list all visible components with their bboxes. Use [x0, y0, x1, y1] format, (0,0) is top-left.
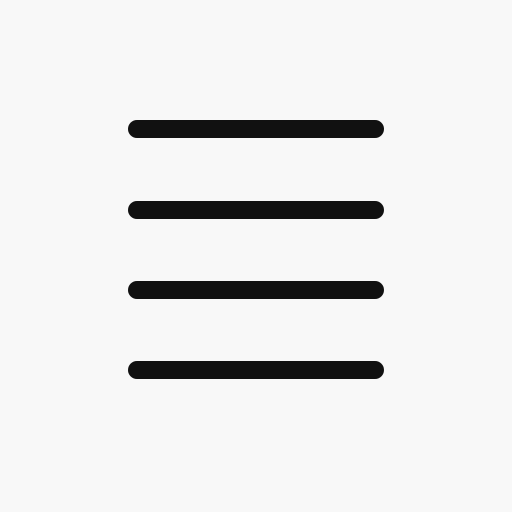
icon-canvas	[0, 0, 512, 512]
hamburger-menu-icon[interactable]	[0, 0, 512, 512]
